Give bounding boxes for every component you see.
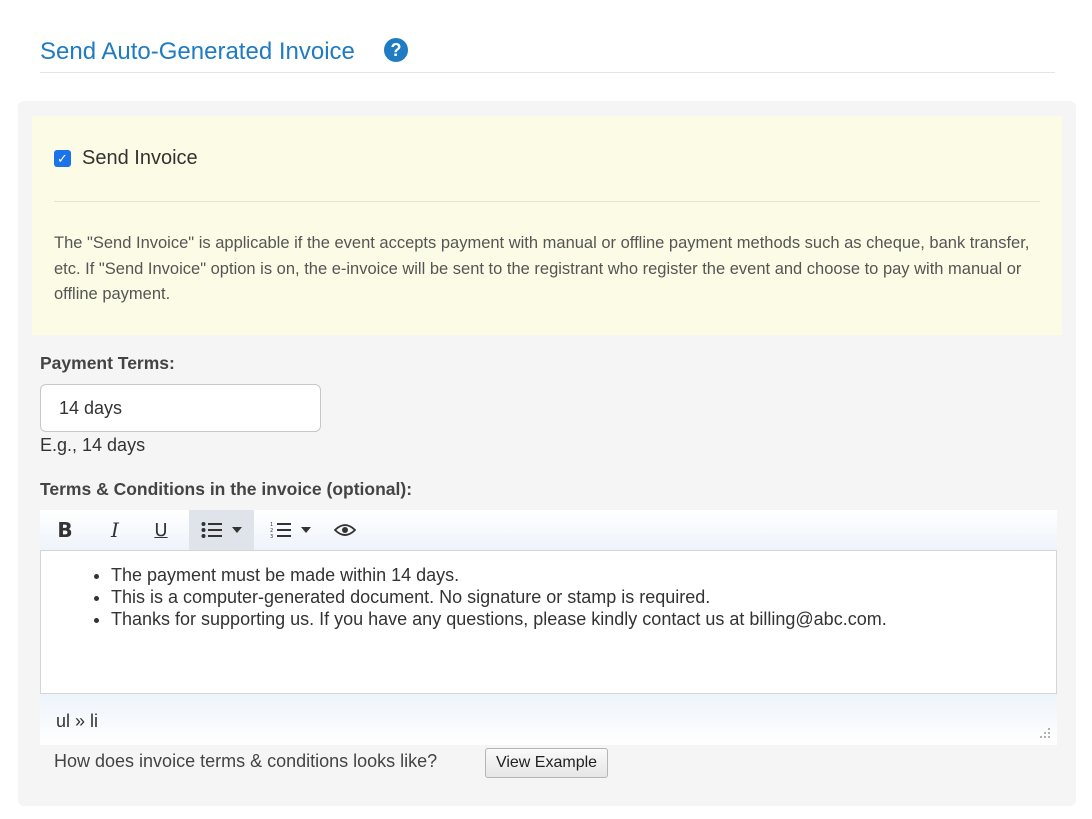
page-title: Send Auto-Generated Invoice	[40, 38, 355, 65]
section-header: Send Auto-Generated Invoice ?	[40, 36, 1055, 73]
payment-terms-hint: E.g., 14 days	[40, 435, 146, 455]
bullet-list-button[interactable]	[189, 510, 254, 550]
list-item: Thanks for supporting us. If you have an…	[111, 608, 887, 630]
editor-statusbar: ul » li	[40, 694, 1057, 745]
send-invoice-description: The "Send Invoice" is applicable if the …	[54, 234, 1030, 303]
resize-grip-icon[interactable]	[1039, 727, 1051, 739]
send-invoice-label[interactable]: Send Invoice	[82, 147, 198, 170]
help-icon[interactable]: ?	[384, 38, 408, 62]
send-invoice-checkbox[interactable]: ✓	[54, 150, 71, 167]
list-item: The payment must be made within 14 days.	[111, 564, 887, 586]
bold-icon[interactable]: B	[48, 510, 82, 550]
chevron-down-icon	[232, 527, 242, 533]
numbered-list-button[interactable]: 1 2 3	[262, 510, 318, 550]
view-example-button[interactable]: View Example	[485, 748, 608, 778]
list-item: This is a computer-generated document. N…	[111, 586, 887, 608]
terms-editor[interactable]: The payment must be made within 14 days.…	[40, 550, 1057, 694]
notice-divider	[54, 201, 1040, 202]
payment-terms-input[interactable]	[40, 384, 321, 432]
editor-toolbar: B I U 1 2 3	[40, 510, 1057, 550]
element-path: ul » li	[56, 711, 99, 731]
numbered-list-icon: 1 2 3	[270, 522, 291, 539]
payment-terms-label: Payment Terms:	[40, 353, 175, 373]
italic-icon[interactable]: I	[98, 510, 132, 550]
bullet-list-icon	[201, 522, 222, 538]
svg-text:3: 3	[270, 534, 273, 539]
example-question: How does invoice terms & conditions look…	[54, 751, 438, 771]
terms-list: The payment must be made within 14 days.…	[111, 564, 887, 630]
eye-icon	[334, 524, 356, 536]
underline-icon[interactable]: U	[144, 510, 178, 550]
chevron-down-icon	[300, 527, 311, 533]
terms-conditions-label: Terms & Conditions in the invoice (optio…	[40, 479, 413, 499]
preview-button[interactable]	[328, 510, 362, 550]
